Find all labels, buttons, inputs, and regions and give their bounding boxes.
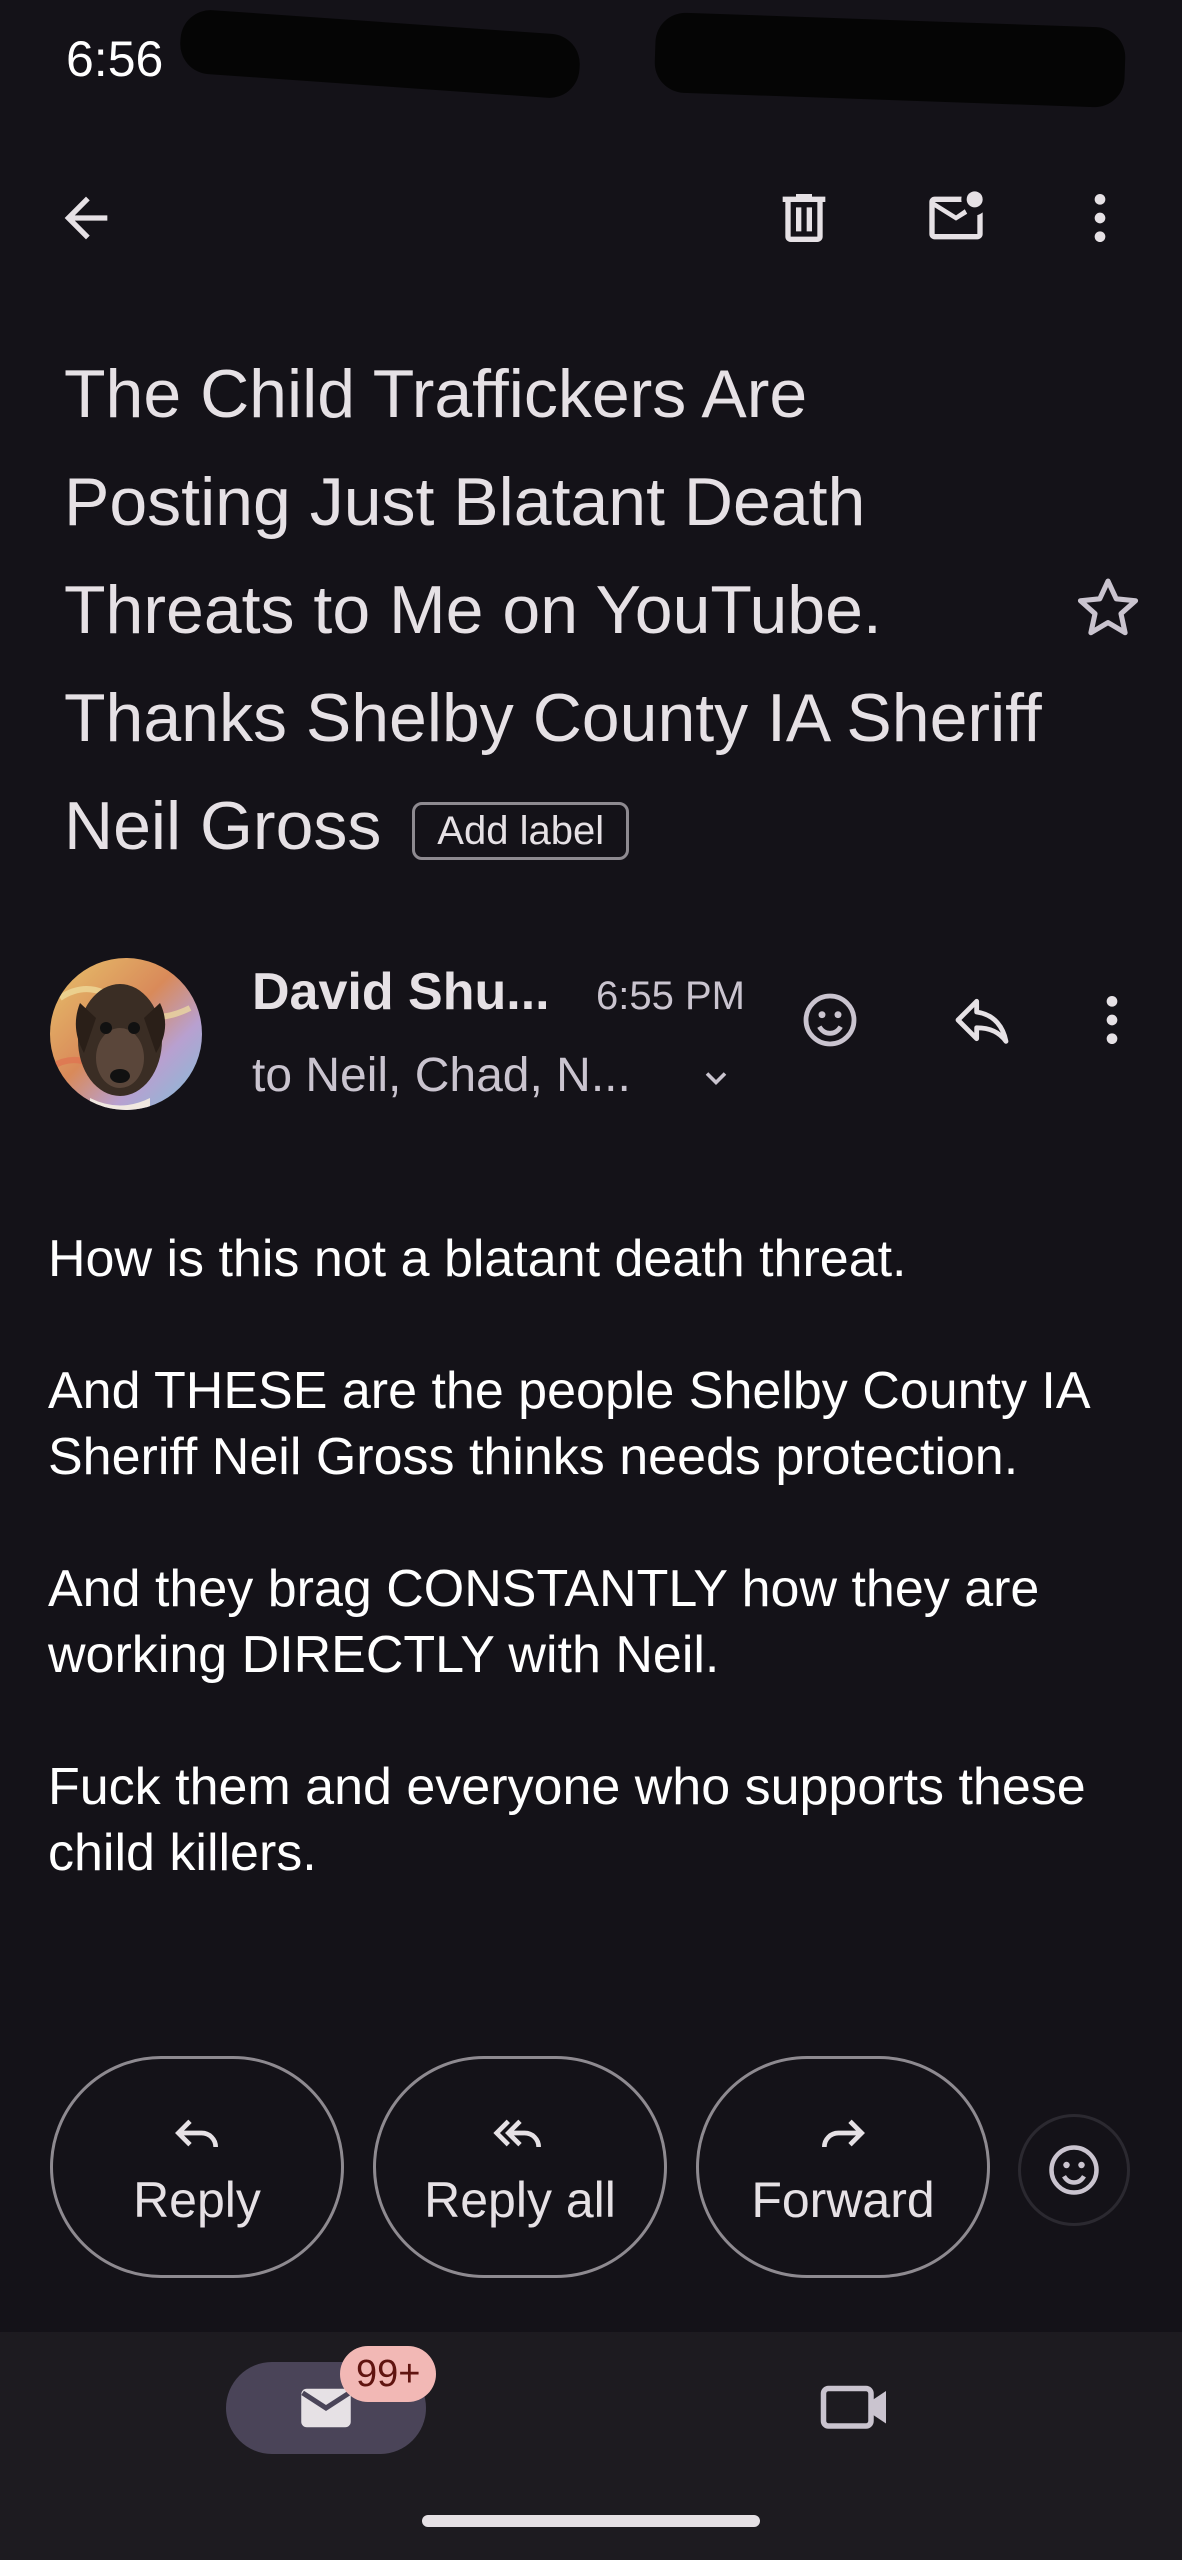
add-label-chip[interactable]: Add label xyxy=(412,802,630,861)
mail-count-badge: 99+ xyxy=(340,2346,437,2402)
body-paragraph: And THESE are the people Shelby County I… xyxy=(48,1362,1088,1486)
delete-button[interactable] xyxy=(756,170,852,266)
mark-unread-icon xyxy=(929,191,983,240)
body-paragraph: How is this not a blatant death threat. xyxy=(48,1230,907,1288)
emoji-icon xyxy=(1049,2145,1099,2195)
reply-label: Reply xyxy=(133,2172,261,2228)
more-options-button[interactable] xyxy=(1052,170,1148,266)
reply-all-label: Reply all xyxy=(424,2172,616,2228)
body-paragraph: And they brag CONSTANTLY how they are wo… xyxy=(48,1560,1040,1684)
top-app-bar xyxy=(0,170,1182,270)
body-paragraph: Fuck them and everyone who supports thes… xyxy=(48,1758,1086,1882)
status-time: 6:56 xyxy=(66,31,164,87)
forward-icon xyxy=(822,2119,865,2148)
dog-avatar-image xyxy=(50,958,202,1110)
redaction-right xyxy=(653,11,1127,109)
recipients[interactable]: to Neil, Chad, N... xyxy=(252,1048,631,1103)
reply-button[interactable]: Reply xyxy=(50,2056,344,2278)
redaction-left xyxy=(178,8,582,100)
subject-text: The Child Traffickers Are Posting Just B… xyxy=(64,356,1042,864)
react-button[interactable] xyxy=(782,972,878,1068)
star-icon[interactable] xyxy=(1070,570,1146,646)
sent-time: 6:55 PM xyxy=(596,974,745,1018)
email-body: How is this not a blatant death threat. … xyxy=(48,1226,1138,1952)
forward-label: Forward xyxy=(751,2172,935,2228)
back-button[interactable] xyxy=(38,170,134,266)
reply-icon-button[interactable] xyxy=(934,972,1030,1068)
message-more-button[interactable] xyxy=(1064,972,1160,1068)
avatar[interactable] xyxy=(50,958,202,1110)
reply-icon xyxy=(955,998,1009,1044)
back-arrow-icon xyxy=(64,196,108,240)
reply-all-icon xyxy=(493,2119,541,2148)
more-vert-icon xyxy=(1106,996,1118,1044)
sender-name[interactable]: David Shu... xyxy=(252,962,550,1022)
emoji-icon xyxy=(803,993,857,1047)
video-icon[interactable] xyxy=(818,2376,894,2436)
chevron-down-icon[interactable] xyxy=(698,1060,734,1096)
mark-unread-button[interactable] xyxy=(908,170,1004,266)
forward-button[interactable]: Forward xyxy=(696,2056,990,2278)
reply-icon xyxy=(175,2119,218,2148)
home-indicator[interactable] xyxy=(422,2515,760,2527)
more-vert-icon xyxy=(1094,194,1106,242)
email-subject: The Child Traffickers Are Posting Just B… xyxy=(64,340,1044,880)
emoji-react-button[interactable] xyxy=(1018,2114,1130,2226)
status-bar: 6:56 xyxy=(0,0,1182,120)
reply-all-button[interactable]: Reply all xyxy=(373,2056,667,2278)
delete-icon xyxy=(782,194,826,242)
